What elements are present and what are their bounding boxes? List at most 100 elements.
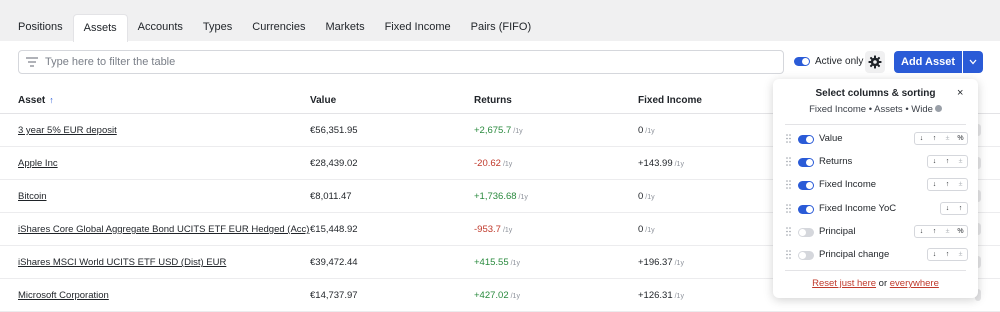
column-option-fixed-income-yoc: Fixed Income YoC ↓ ↑ bbox=[773, 200, 978, 218]
column-option-label: Fixed Income YoC bbox=[819, 203, 897, 214]
asset-name-link[interactable]: 3 year 5% EUR deposit bbox=[18, 125, 117, 136]
active-only-label: Active only bbox=[815, 56, 864, 67]
drag-handle-icon[interactable] bbox=[786, 180, 791, 189]
filter-input[interactable] bbox=[45, 54, 765, 70]
add-asset-button[interactable]: Add Asset bbox=[894, 51, 962, 73]
value-cell: €15,448.92 bbox=[310, 224, 358, 235]
value-cell: €28,439.02 bbox=[310, 158, 358, 169]
column-option-label: Returns bbox=[819, 156, 853, 167]
unit-label: /1y bbox=[513, 128, 523, 135]
drag-handle-icon[interactable] bbox=[786, 227, 791, 236]
sort-controls: ↓ ↑ ± bbox=[927, 178, 968, 191]
drag-handle-icon[interactable] bbox=[786, 250, 791, 259]
sort-ascending-icon: ↑ bbox=[49, 95, 54, 105]
unit-label: /1y bbox=[510, 260, 520, 267]
unit-label: /1y bbox=[674, 260, 684, 267]
tab-fixed-income[interactable]: Fixed Income bbox=[375, 14, 461, 42]
fixed-income-cell: +143.99/1y bbox=[638, 158, 684, 169]
change-button[interactable]: ± bbox=[954, 249, 967, 260]
fixed-income-cell: +196.37/1y bbox=[638, 257, 684, 268]
sort-descending-button[interactable]: ↓ bbox=[928, 249, 941, 260]
settings-button[interactable] bbox=[865, 51, 885, 73]
value-cell: €56,351.95 bbox=[310, 125, 358, 136]
value-cell: €8,011.47 bbox=[310, 191, 352, 202]
unit-label: /1y bbox=[518, 194, 528, 201]
column-option-principal: Principal ↓ ↑ ±% bbox=[773, 223, 978, 241]
drag-handle-icon[interactable] bbox=[786, 157, 791, 166]
column-header-asset[interactable]: Asset ↑ bbox=[18, 95, 54, 106]
sort-controls: ↓ ↑ ±% bbox=[914, 225, 968, 238]
sort-descending-button[interactable]: ↓ bbox=[941, 203, 954, 214]
fixed-income-cell: +126.31/1y bbox=[638, 290, 684, 301]
tab-positions[interactable]: Positions bbox=[8, 14, 73, 42]
column-option-label: Principal bbox=[819, 226, 856, 237]
asset-name-link[interactable]: iShares MSCI World UCITS ETF USD (Dist) … bbox=[18, 257, 226, 268]
divider bbox=[785, 124, 966, 125]
column-header-returns[interactable]: Returns bbox=[474, 95, 512, 106]
unit-label: /1y bbox=[502, 161, 513, 168]
sort-ascending-button[interactable]: ↑ bbox=[941, 156, 954, 167]
sort-descending-button[interactable]: ↓ bbox=[915, 226, 928, 237]
column-settings-panel: Select columns & sorting × Fixed Income … bbox=[773, 79, 978, 298]
asset-name-link[interactable]: iShares Core Global Aggregate Bond UCITS… bbox=[18, 224, 309, 235]
panel-subtitle: Fixed Income • Assets • Wide bbox=[773, 104, 978, 115]
close-icon[interactable]: × bbox=[957, 87, 963, 99]
column-visibility-toggle[interactable] bbox=[798, 228, 814, 237]
column-option-principal-change: Principal change ↓ ↑ ± bbox=[773, 246, 978, 264]
tab-assets[interactable]: Assets bbox=[72, 14, 128, 42]
unit-label: /1y bbox=[674, 293, 684, 300]
column-option-returns: Returns ↓ ↑ ± bbox=[773, 153, 978, 171]
reset-here-link[interactable]: Reset just here bbox=[812, 278, 876, 289]
asset-name-link[interactable]: Bitcoin bbox=[18, 191, 47, 202]
sort-ascending-button[interactable]: ↑ bbox=[941, 179, 954, 190]
tab-types[interactable]: Types bbox=[193, 14, 242, 42]
column-visibility-toggle[interactable] bbox=[798, 135, 814, 144]
tab-markets[interactable]: Markets bbox=[315, 14, 374, 42]
percent-button[interactable]: % bbox=[954, 226, 967, 237]
sort-ascending-button[interactable]: ↑ bbox=[954, 203, 967, 214]
value-cell: €14,737.97 bbox=[310, 290, 358, 301]
asset-name-link[interactable]: Microsoft Corporation bbox=[18, 290, 109, 301]
unit-label: /1y bbox=[510, 293, 520, 300]
chevron-down-icon bbox=[969, 59, 977, 65]
reset-everywhere-link[interactable]: everywhere bbox=[890, 278, 939, 289]
tab-accounts[interactable]: Accounts bbox=[128, 14, 193, 42]
sort-ascending-button[interactable]: ↑ bbox=[928, 226, 941, 237]
footer-or-text: or bbox=[878, 278, 888, 289]
tab-pairs-fifo[interactable]: Pairs (FIFO) bbox=[461, 14, 542, 42]
active-only-toggle[interactable] bbox=[794, 57, 810, 66]
percent-button[interactable]: % bbox=[954, 133, 967, 144]
column-option-label: Value bbox=[819, 133, 843, 144]
column-visibility-toggle[interactable] bbox=[798, 158, 814, 167]
sort-descending-button[interactable]: ↓ bbox=[915, 133, 928, 144]
sort-descending-button[interactable]: ↓ bbox=[928, 156, 941, 167]
divider bbox=[785, 270, 966, 271]
column-visibility-toggle[interactable] bbox=[798, 205, 814, 214]
returns-cell: +427.02/1y bbox=[474, 290, 520, 301]
info-icon[interactable] bbox=[934, 105, 942, 112]
column-visibility-toggle[interactable] bbox=[798, 251, 814, 260]
returns-cell: +1,736.68/1y bbox=[474, 191, 528, 202]
column-header-value[interactable]: Value bbox=[310, 95, 336, 106]
change-button[interactable]: ± bbox=[954, 179, 967, 190]
returns-cell: -20.62/1y bbox=[474, 158, 513, 169]
sort-controls: ↓ ↑ bbox=[940, 202, 968, 215]
filter-box[interactable] bbox=[18, 50, 784, 74]
unit-label: /1y bbox=[645, 128, 655, 135]
fixed-income-cell: 0/1y bbox=[638, 125, 655, 136]
drag-handle-icon[interactable] bbox=[786, 204, 791, 213]
tab-currencies[interactable]: Currencies bbox=[242, 14, 315, 42]
asset-name-link[interactable]: Apple Inc bbox=[18, 158, 58, 169]
change-button[interactable]: ± bbox=[941, 133, 954, 144]
returns-cell: +2,675.7/1y bbox=[474, 125, 523, 136]
sort-descending-button[interactable]: ↓ bbox=[928, 179, 941, 190]
add-asset-menu-button[interactable] bbox=[963, 51, 983, 73]
sort-controls: ↓ ↑ ±% bbox=[914, 132, 968, 145]
drag-handle-icon[interactable] bbox=[786, 134, 791, 143]
change-button[interactable]: ± bbox=[941, 226, 954, 237]
change-button[interactable]: ± bbox=[954, 156, 967, 167]
sort-ascending-button[interactable]: ↑ bbox=[941, 249, 954, 260]
column-visibility-toggle[interactable] bbox=[798, 181, 814, 190]
column-header-fixed-income[interactable]: Fixed Income bbox=[638, 95, 702, 106]
sort-ascending-button[interactable]: ↑ bbox=[928, 133, 941, 144]
